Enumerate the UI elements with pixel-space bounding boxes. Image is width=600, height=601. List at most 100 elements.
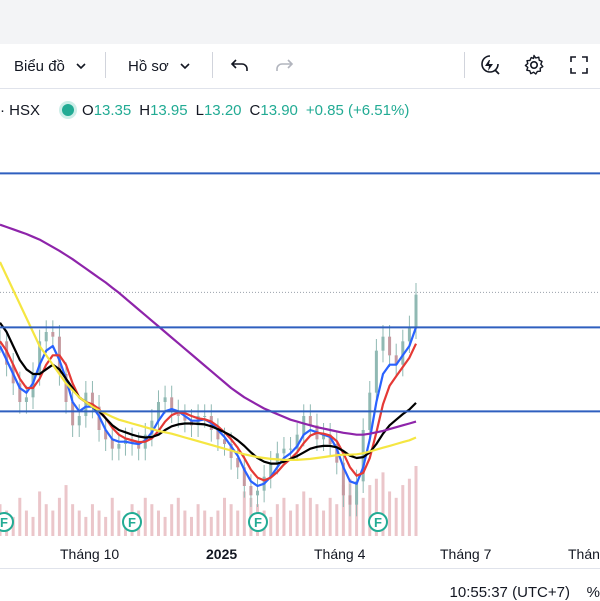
candle-body xyxy=(51,332,55,337)
volume-bar xyxy=(117,510,121,536)
candle-body xyxy=(117,444,121,449)
earnings-marker-label: F xyxy=(128,515,136,530)
fullscreen-button[interactable] xyxy=(566,52,592,78)
percent-scale-toggle[interactable]: % xyxy=(587,584,600,601)
volume-bar xyxy=(104,516,108,536)
high-value: 13.95 xyxy=(150,101,188,119)
volume-bar xyxy=(77,510,81,536)
volume-bar xyxy=(407,478,411,536)
market-status-dot xyxy=(62,104,75,116)
volume-bar xyxy=(242,491,246,536)
volume-bar xyxy=(236,510,240,536)
volume-bar xyxy=(269,516,273,536)
volume-bar xyxy=(401,485,405,536)
candle-body xyxy=(355,481,359,505)
volume-bar xyxy=(183,510,187,536)
toolbar-divider xyxy=(105,52,106,78)
volume-bar xyxy=(176,497,180,536)
volume-bar xyxy=(335,504,339,536)
chart-toolbar: Biểu đồ Hồ sơ xyxy=(0,44,600,89)
price-chart[interactable]: FFFF xyxy=(0,122,600,542)
toolbar-divider xyxy=(212,52,213,78)
profile-menu-button[interactable]: Hồ sơ xyxy=(128,44,191,88)
volume-bar xyxy=(203,510,207,536)
candle-body xyxy=(77,416,81,426)
change-value: +0.85 (+6.51%) xyxy=(305,101,410,119)
volume-bar xyxy=(229,504,233,536)
low-key: L xyxy=(195,101,204,119)
candle-body xyxy=(44,332,48,342)
earnings-marker-label: F xyxy=(254,515,262,530)
volume-bar xyxy=(156,510,160,536)
candle-body xyxy=(381,336,385,351)
settings-button[interactable] xyxy=(521,52,547,78)
x-tick-label: 2025 xyxy=(206,546,238,562)
volume-bar xyxy=(24,510,28,536)
volume-bar xyxy=(275,504,279,536)
replay-button[interactable] xyxy=(477,52,503,78)
earnings-marker-label: F xyxy=(0,515,8,530)
symbol-legend: · HSX O 13.35 H 13.95 L 13.20 C 13.90 +0.85 … xyxy=(0,98,409,122)
volume-bar xyxy=(44,504,48,536)
candle-body xyxy=(348,495,352,505)
volume-bar xyxy=(110,497,114,536)
open-value: 13.35 xyxy=(93,101,132,119)
undo-icon xyxy=(230,59,248,71)
volume-bar xyxy=(71,504,75,536)
redo-icon xyxy=(276,59,294,71)
open-key: O xyxy=(82,101,94,119)
undo-button[interactable] xyxy=(227,52,253,78)
volume-bar xyxy=(361,497,365,536)
candle-body xyxy=(388,336,392,356)
volume-bar xyxy=(414,466,418,536)
volume-bar xyxy=(315,504,319,536)
volume-bar xyxy=(170,504,174,536)
volume-bar xyxy=(31,516,35,536)
x-tick-label: Tháng 7 xyxy=(440,546,492,562)
chart-menu-button[interactable]: Biểu đồ xyxy=(14,44,87,88)
bottom-bar: 10:55:37 (UTC+7) % xyxy=(0,568,600,601)
volume-bar xyxy=(189,516,193,536)
volume-bar xyxy=(209,516,213,536)
x-tick-label: Tháng 4 xyxy=(314,546,366,562)
volume-bar xyxy=(150,504,154,536)
replay-icon xyxy=(481,55,500,75)
candle-body xyxy=(203,416,207,417)
candle-body xyxy=(302,416,306,435)
candle-body xyxy=(256,490,260,496)
candle-body xyxy=(84,392,88,416)
volume-bar xyxy=(223,497,227,536)
candle-body xyxy=(24,397,28,402)
volume-bar xyxy=(90,504,94,536)
volume-bar xyxy=(97,510,101,536)
profile-menu-label: Hồ sơ xyxy=(128,57,169,75)
symbol-name[interactable]: · HSX xyxy=(0,102,40,119)
ma-line-purple xyxy=(0,223,417,436)
volume-bar xyxy=(84,516,88,536)
fullscreen-icon xyxy=(570,56,588,74)
close-value: 13.90 xyxy=(260,101,298,119)
candle-body xyxy=(275,453,279,463)
chevron-down-icon xyxy=(180,63,190,70)
volume-bar xyxy=(38,491,42,536)
volume-bar xyxy=(64,485,68,536)
volume-bar xyxy=(322,510,326,536)
volume-bar xyxy=(18,497,22,536)
ma-line-blue xyxy=(0,326,418,488)
redo-button[interactable] xyxy=(271,52,297,78)
volume-bar xyxy=(328,497,332,536)
volume-bar xyxy=(216,510,220,536)
volume-bar xyxy=(295,504,299,536)
volume-bar xyxy=(51,510,55,536)
high-key: H xyxy=(139,101,151,119)
candle-body xyxy=(289,448,293,450)
x-tick-label: Tháng 10 xyxy=(60,546,120,562)
browser-top-band xyxy=(0,0,600,44)
chevron-down-icon xyxy=(76,63,86,70)
clock-readout[interactable]: 10:55:37 (UTC+7) xyxy=(450,584,570,601)
volume-bar xyxy=(282,497,286,536)
time-axis: Tháng 10 2025 Tháng 4 Tháng 7 Thán xyxy=(0,542,600,568)
volume-bar xyxy=(57,497,61,536)
close-key: C xyxy=(249,101,261,119)
volume-bar xyxy=(163,516,167,536)
